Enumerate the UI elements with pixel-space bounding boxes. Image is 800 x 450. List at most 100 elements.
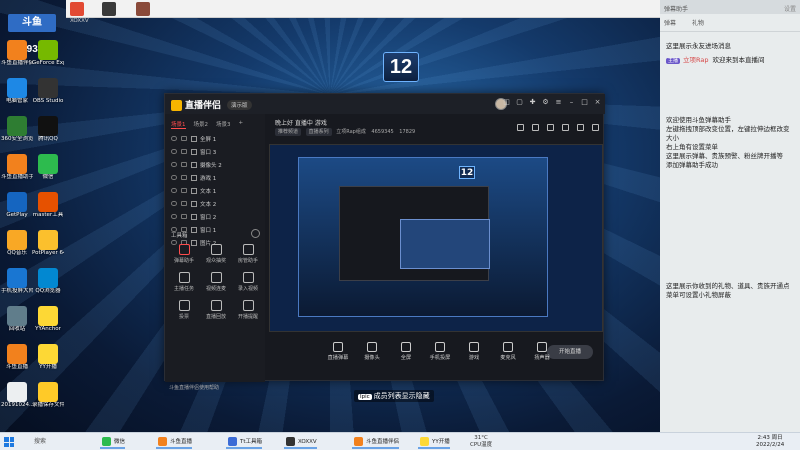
- lock-icon[interactable]: [181, 214, 187, 219]
- scene-tab[interactable]: 场景3: [216, 120, 231, 129]
- visibility-icon[interactable]: [171, 175, 177, 180]
- tag-category[interactable]: 推荐频道: [275, 128, 302, 136]
- taskbar-app[interactable]: XOXXV: [284, 435, 317, 449]
- desktop-icon[interactable]: QQ音乐: [1, 230, 33, 257]
- message-icon[interactable]: ▢: [516, 99, 523, 106]
- app-version-badge[interactable]: 演示版: [227, 100, 252, 110]
- desktop-icon[interactable]: master工具: [32, 192, 64, 219]
- desktop-icon[interactable]: 手机投屏大师: [1, 268, 33, 295]
- layer-row[interactable]: 文本 1: [165, 184, 265, 197]
- share-icon[interactable]: [592, 124, 599, 131]
- visibility-icon[interactable]: [171, 201, 177, 206]
- taskbar-app[interactable]: 斗鱼直播: [156, 435, 193, 449]
- desktop-icon[interactable]: PotPlayer 64 bit: [32, 230, 64, 257]
- desktop-icon[interactable]: GetPlay: [1, 192, 33, 219]
- scene-tab[interactable]: 场景1: [171, 120, 186, 129]
- toolbox-item[interactable]: 房管助手: [233, 244, 263, 264]
- source-button[interactable]: 手机投屏: [423, 342, 457, 361]
- settings-icon[interactable]: ⚙: [542, 99, 549, 106]
- live-title[interactable]: 晚上好 直播中 游戏: [275, 118, 327, 127]
- lock-icon[interactable]: [181, 188, 187, 193]
- visibility-icon[interactable]: [171, 162, 177, 167]
- lock-icon[interactable]: [181, 149, 187, 154]
- source-button[interactable]: 扬声器: [525, 342, 559, 361]
- toolbox-item[interactable]: 投票: [169, 300, 199, 320]
- layer-row[interactable]: 全屏 1: [165, 132, 265, 145]
- desktop-icon[interactable]: GeForce Experience: [32, 40, 64, 67]
- taskbar-app[interactable]: 微信: [100, 435, 126, 449]
- lock-icon[interactable]: [181, 162, 187, 167]
- desktop-icon[interactable]: 回收站: [1, 306, 33, 333]
- system-clock[interactable]: 2:43 周日 2022/2/24: [756, 435, 784, 449]
- skin-icon[interactable]: ✚: [529, 99, 536, 106]
- desktop-icon[interactable]: 斗鱼直播: [1, 344, 33, 371]
- desktop-icon[interactable]: OBS Studio: [32, 78, 64, 105]
- visibility-icon[interactable]: [171, 214, 177, 219]
- taskbar-app[interactable]: 斗鱼直播伴侣: [352, 435, 400, 449]
- notification-icon[interactable]: ◫: [503, 99, 510, 106]
- source-button[interactable]: 麦克风: [491, 342, 525, 361]
- cart-icon[interactable]: [517, 124, 524, 131]
- chat-header[interactable]: 弹幕助手 设置: [660, 0, 800, 14]
- visibility-icon[interactable]: [171, 136, 177, 141]
- lock-icon[interactable]: [181, 136, 187, 141]
- taskbar-search[interactable]: 搜索: [20, 436, 90, 448]
- close-icon[interactable]: ×: [594, 99, 601, 106]
- chat-settings-button[interactable]: 设置: [784, 4, 796, 13]
- source-button[interactable]: 全屏: [389, 342, 423, 361]
- stream-preview[interactable]: 12: [269, 144, 603, 332]
- desktop-icon[interactable]: 斗鱼直播伴侣: [1, 40, 33, 67]
- lock-icon[interactable]: [181, 175, 187, 180]
- visibility-icon[interactable]: [171, 188, 177, 193]
- chat-username[interactable]: 立项Rap: [683, 56, 708, 64]
- toolbox-item[interactable]: 直播回放: [201, 300, 231, 320]
- bell-icon[interactable]: [577, 124, 584, 131]
- source-button[interactable]: 直播弹幕: [321, 342, 355, 361]
- toolbox-item[interactable]: 弹幕助手: [169, 244, 199, 264]
- desktop-icon[interactable]: 录播保存文件夹: [32, 382, 64, 409]
- app-title-bar[interactable]: 直播伴侣 演示版 ◫ ▢ ✚ ⚙ ≡ – □ ×: [165, 94, 605, 114]
- desktop-icon[interactable]: 电脑管家: [1, 78, 33, 105]
- taskbar-app[interactable]: YY开播: [418, 435, 450, 449]
- crop-icon[interactable]: [562, 124, 569, 131]
- minimize-icon[interactable]: –: [568, 99, 575, 106]
- layer-row[interactable]: 文本 2: [165, 197, 265, 210]
- toolbox-item[interactable]: 视频连麦: [201, 272, 231, 292]
- avatar-thumb-2[interactable]: [136, 2, 150, 16]
- toolbox-item[interactable]: 录入视频: [233, 272, 263, 292]
- toolbox-collapse-icon[interactable]: [251, 229, 260, 238]
- chat-tab-barrage[interactable]: 弹幕: [664, 18, 676, 27]
- desktop-icon[interactable]: 360安全浏览器: [1, 116, 33, 143]
- desktop-icon[interactable]: 腾讯QQ: [32, 116, 64, 143]
- chat-tab-gift[interactable]: 礼物: [692, 18, 704, 27]
- desktop-icon[interactable]: 斗鱼直播助手: [1, 154, 33, 181]
- desktop-icon[interactable]: YYAnchor: [32, 306, 64, 333]
- windows-start-icon[interactable]: [4, 437, 14, 447]
- gift-icon[interactable]: [547, 124, 554, 131]
- source-button[interactable]: 摄像头: [355, 342, 389, 361]
- taskbar-app[interactable]: Tt工具箱: [226, 435, 263, 449]
- tag-series[interactable]: 直播系列: [305, 128, 332, 136]
- menu-icon[interactable]: ≡: [555, 99, 562, 106]
- source-button[interactable]: 游戏: [457, 342, 491, 361]
- scene-tab[interactable]: 场景2: [194, 120, 209, 129]
- browser-app-icon[interactable]: [70, 2, 84, 16]
- toolbox-item[interactable]: 开播提醒: [233, 300, 263, 320]
- maximize-icon[interactable]: □: [581, 99, 588, 106]
- desktop-icon[interactable]: 20191024...: [1, 382, 33, 409]
- desktop-icon[interactable]: YY开播: [32, 344, 64, 371]
- toolbox-item[interactable]: 观众抽奖: [201, 244, 231, 264]
- layer-row[interactable]: 游戏 1: [165, 171, 265, 184]
- desktop-icon[interactable]: QQ浏览器: [32, 268, 64, 295]
- layer-row[interactable]: 摄像头 2: [165, 158, 265, 171]
- layer-row[interactable]: 窗口 2: [165, 210, 265, 223]
- avatar-thumb-1[interactable]: [102, 2, 116, 16]
- lock-icon[interactable]: [181, 201, 187, 206]
- layer-row[interactable]: 窗口 3: [165, 145, 265, 158]
- toolbox-item[interactable]: 主播任务: [169, 272, 199, 292]
- lock-icon[interactable]: [532, 124, 539, 131]
- weather-widget[interactable]: 31°C CPU温度: [470, 435, 492, 449]
- desktop-icon[interactable]: 微信: [32, 154, 64, 181]
- add-scene-icon[interactable]: +: [239, 120, 244, 129]
- visibility-icon[interactable]: [171, 149, 177, 154]
